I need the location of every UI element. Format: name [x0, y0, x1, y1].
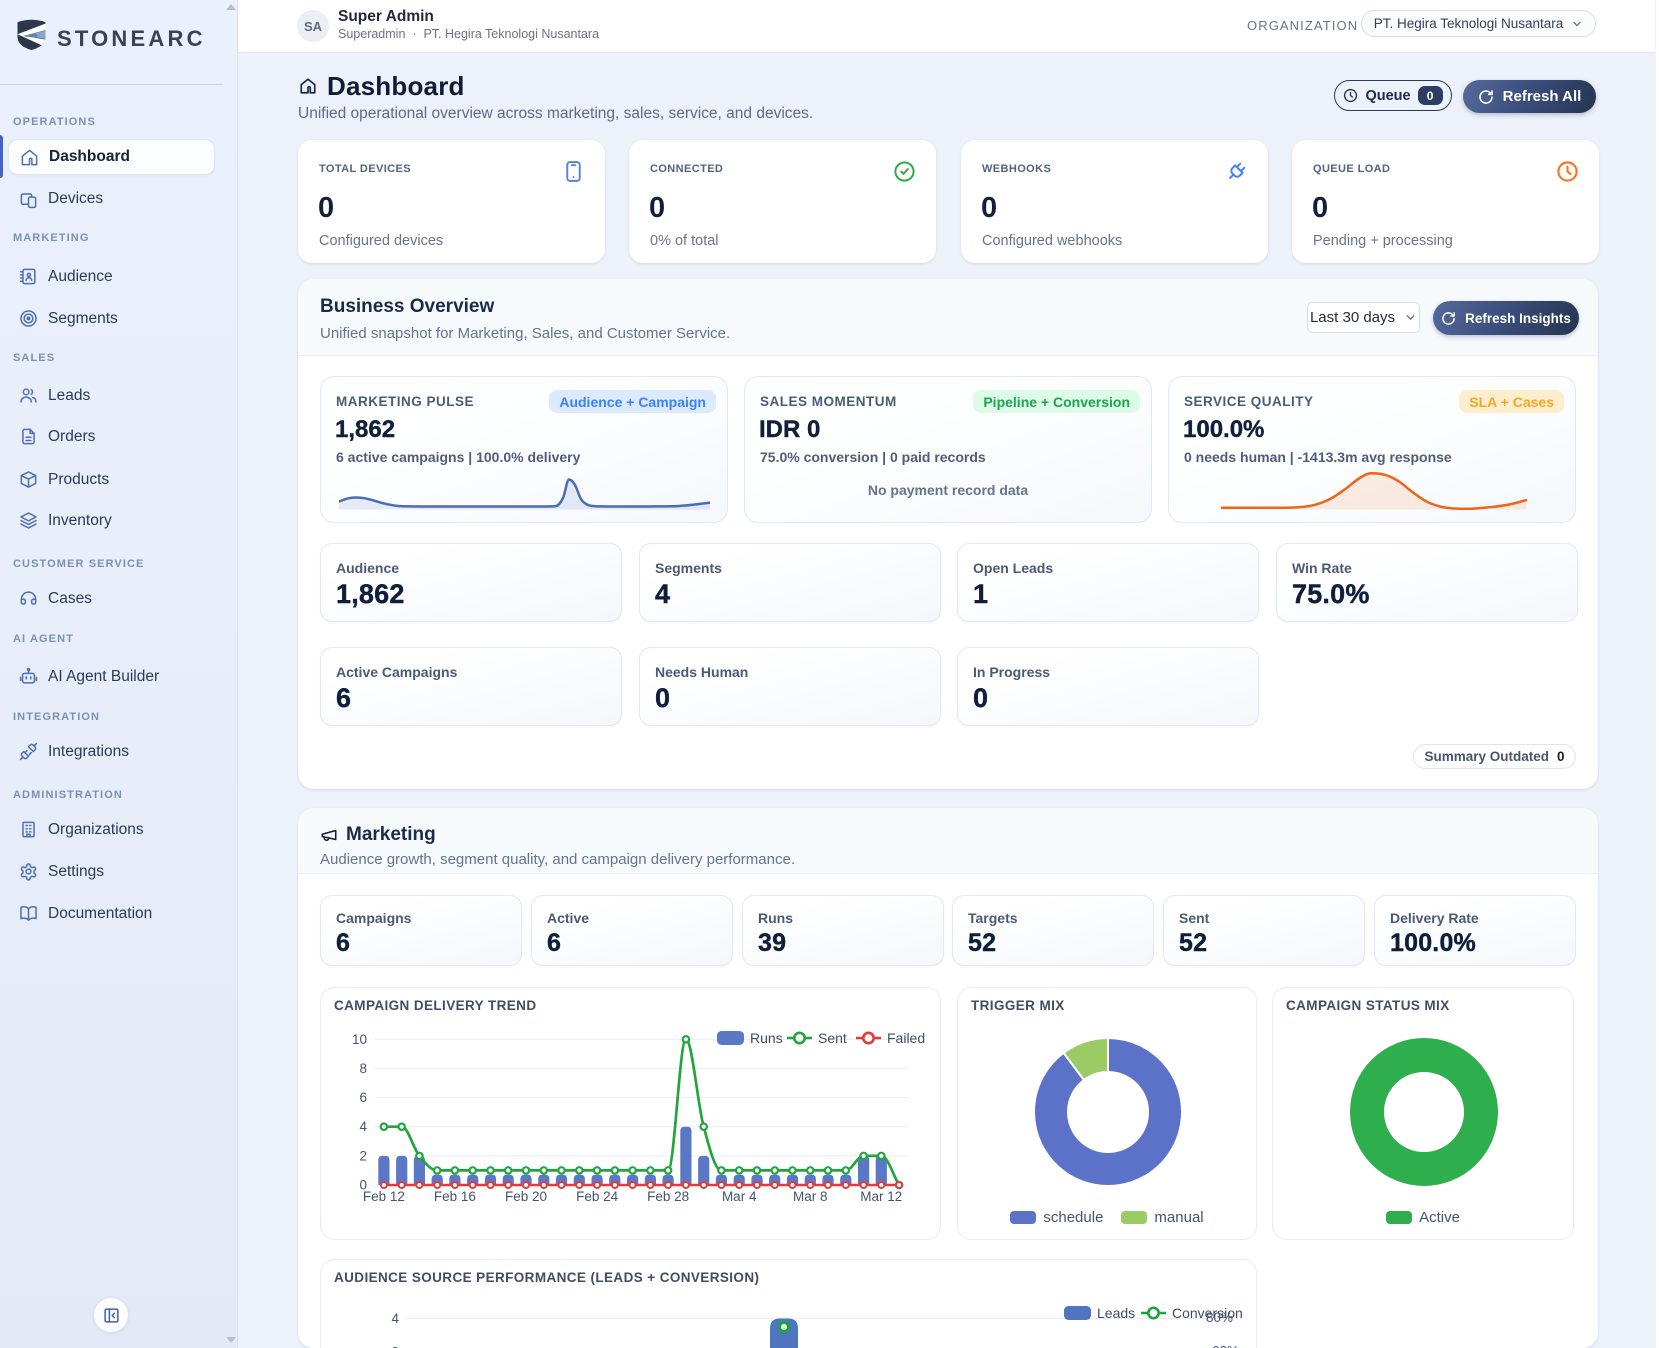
svg-text:Feb 16: Feb 16 — [434, 1189, 476, 1204]
svg-text:8: 8 — [359, 1061, 367, 1076]
svg-text:Feb 24: Feb 24 — [576, 1189, 619, 1204]
svg-text:60%: 60% — [1212, 1344, 1239, 1348]
svg-text:Leads: Leads — [1097, 1305, 1135, 1321]
svg-text:Feb 20: Feb 20 — [505, 1189, 547, 1204]
svg-text:Runs: Runs — [750, 1030, 783, 1046]
svg-text:Sent: Sent — [818, 1030, 847, 1046]
svg-text:Feb 28: Feb 28 — [647, 1189, 689, 1204]
svg-text:Mar 4: Mar 4 — [722, 1189, 757, 1204]
svg-text:Feb 12: Feb 12 — [363, 1189, 405, 1204]
svg-text:Mar 8: Mar 8 — [793, 1189, 828, 1204]
svg-text:10: 10 — [352, 1032, 367, 1047]
svg-text:Conversion: Conversion — [1172, 1305, 1243, 1321]
svg-text:Failed: Failed — [887, 1030, 925, 1046]
svg-text:2: 2 — [359, 1148, 367, 1163]
svg-text:4: 4 — [359, 1119, 367, 1134]
svg-text:3: 3 — [391, 1345, 399, 1348]
svg-text:4: 4 — [391, 1311, 399, 1326]
svg-text:6: 6 — [359, 1090, 367, 1105]
svg-text:Mar 12: Mar 12 — [860, 1189, 902, 1204]
